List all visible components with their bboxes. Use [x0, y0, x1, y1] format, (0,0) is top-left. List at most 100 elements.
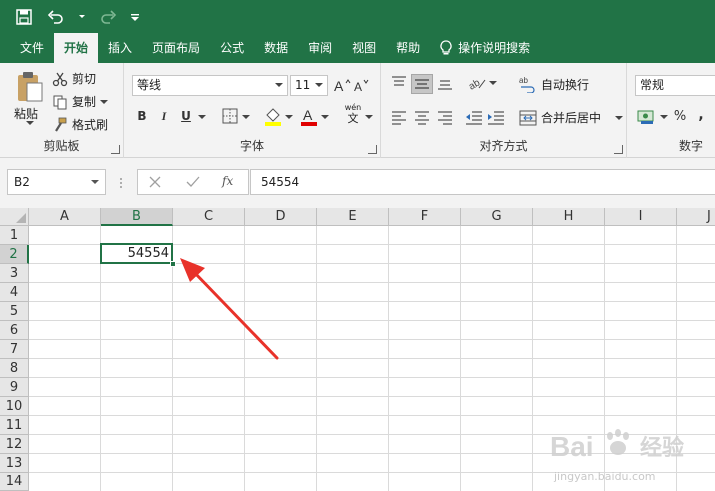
increase-indent-icon[interactable] [487, 109, 505, 128]
column-header-g[interactable]: G [461, 208, 533, 226]
underline-dropdown-icon[interactable] [198, 115, 206, 119]
name-box-value: B2 [14, 175, 30, 189]
borders-icon[interactable] [222, 108, 238, 127]
row-header-12[interactable]: 12 [0, 435, 29, 454]
accounting-dropdown-icon[interactable] [660, 115, 668, 119]
underline-button[interactable]: U [178, 109, 194, 123]
formula-input[interactable]: 54554 [250, 169, 715, 195]
font-group: 等线 11 A A B I U A wén 文 字体 [124, 63, 381, 158]
row-header-11[interactable]: 11 [0, 416, 29, 435]
borders-dropdown-icon[interactable] [242, 115, 250, 119]
align-left-icon[interactable] [391, 109, 407, 128]
row-header-8[interactable]: 8 [0, 359, 29, 378]
font-color-dropdown-icon[interactable] [321, 115, 329, 119]
column-header-a[interactable]: A [29, 208, 101, 226]
row-header-13[interactable]: 13 [0, 454, 29, 473]
name-box[interactable]: B2 [7, 169, 106, 195]
column-header-e[interactable]: E [317, 208, 389, 226]
column-header-f[interactable]: F [389, 208, 461, 226]
phonetic-guide-icon[interactable]: wén 文 [342, 103, 364, 125]
formula-bar-grip-icon[interactable] [119, 177, 123, 192]
accounting-format-icon[interactable] [637, 109, 657, 128]
fill-color-icon[interactable] [264, 106, 282, 129]
title-bar [0, 0, 715, 33]
row-header-2[interactable]: 2 [0, 245, 29, 264]
cancel-icon[interactable] [149, 176, 161, 191]
column-header-c[interactable]: C [173, 208, 245, 226]
tab-file[interactable]: 文件 [10, 33, 54, 63]
column-header-j[interactable]: J [677, 208, 715, 226]
customize-qat-icon[interactable] [130, 7, 140, 27]
tab-home[interactable]: 开始 [54, 33, 99, 63]
phonetic-pinyin: wén [344, 103, 362, 112]
copy-dropdown-icon[interactable] [100, 99, 109, 104]
redo-icon[interactable] [98, 7, 118, 27]
select-all-button[interactable] [0, 208, 29, 226]
decrease-indent-icon[interactable] [465, 109, 483, 128]
phonetic-dropdown-icon[interactable] [365, 115, 373, 119]
italic-button[interactable]: I [156, 109, 172, 124]
orientation-dropdown-icon[interactable] [489, 81, 497, 85]
phonetic-char: 文 [347, 112, 359, 125]
font-size-select[interactable]: 11 [290, 75, 328, 96]
font-color-icon[interactable]: A [300, 106, 318, 129]
format-painter-button[interactable]: 格式刷 [52, 116, 108, 133]
paste-icon[interactable] [16, 71, 44, 106]
merge-center-button[interactable]: 合并后居中 [519, 109, 624, 126]
row-header-7[interactable]: 7 [0, 340, 29, 359]
increase-font-icon[interactable]: A [334, 77, 352, 96]
alignment-group: ab ab 自动换行 合并后居中 对齐方式 [381, 63, 627, 158]
wrap-text-button[interactable]: ab 自动换行 [519, 75, 589, 93]
undo-icon[interactable] [46, 7, 66, 27]
row-header-3[interactable]: 3 [0, 264, 29, 283]
save-icon[interactable] [14, 7, 34, 27]
undo-dropdown-icon[interactable] [78, 7, 86, 27]
copy-button[interactable]: 复制 [52, 93, 109, 110]
column-header-b[interactable]: B [101, 208, 173, 226]
font-launcher-icon[interactable] [368, 145, 377, 154]
fill-color-dropdown-icon[interactable] [285, 115, 293, 119]
cell-b2[interactable]: 54554 [100, 243, 173, 264]
tab-formulas[interactable]: 公式 [210, 33, 254, 63]
row-header-10[interactable]: 10 [0, 397, 29, 416]
align-middle-icon[interactable] [411, 74, 433, 94]
alignment-launcher-icon[interactable] [614, 145, 623, 154]
font-name-select[interactable]: 等线 [132, 75, 288, 96]
align-center-icon[interactable] [414, 109, 430, 128]
align-top-icon[interactable] [391, 75, 407, 94]
row-header-9[interactable]: 9 [0, 378, 29, 397]
row-header-4[interactable]: 4 [0, 283, 29, 302]
paste-label[interactable]: 粘贴 [14, 105, 38, 122]
align-bottom-icon[interactable] [437, 75, 453, 94]
row-header-6[interactable]: 6 [0, 321, 29, 340]
tab-help[interactable]: 帮助 [386, 33, 430, 63]
tell-me-label: 操作说明搜索 [458, 41, 531, 55]
fill-handle[interactable] [170, 261, 176, 267]
bold-button[interactable]: B [134, 109, 150, 123]
column-header-i[interactable]: I [605, 208, 677, 226]
tell-me-search[interactable]: 操作说明搜索 [430, 33, 540, 63]
insert-function-button[interactable]: fx [222, 174, 233, 188]
column-header-d[interactable]: D [245, 208, 317, 226]
orientation-icon[interactable]: ab [467, 74, 487, 95]
enter-check-icon[interactable] [186, 176, 200, 191]
paste-dropdown-icon[interactable] [26, 121, 34, 125]
row-header-1[interactable]: 1 [0, 226, 29, 245]
tab-insert[interactable]: 插入 [98, 33, 142, 63]
tab-page-layout[interactable]: 页面布局 [142, 33, 210, 63]
tab-view[interactable]: 视图 [342, 33, 386, 63]
percent-button[interactable]: % [672, 109, 688, 124]
row-header-14[interactable]: 14 [0, 473, 29, 491]
merge-center-label: 合并后居中 [541, 111, 602, 125]
row-header-5[interactable]: 5 [0, 302, 29, 321]
decrease-font-icon[interactable]: A [354, 77, 372, 96]
merge-dropdown-icon[interactable] [615, 115, 624, 120]
align-right-icon[interactable] [437, 109, 453, 128]
clipboard-launcher-icon[interactable] [111, 145, 120, 154]
cut-button[interactable]: 剪切 [52, 70, 96, 87]
column-header-h[interactable]: H [533, 208, 605, 226]
tab-review[interactable]: 审阅 [298, 33, 342, 63]
tab-data[interactable]: 数据 [254, 33, 298, 63]
comma-button[interactable]: , [693, 107, 709, 123]
number-format-select[interactable]: 常规 [635, 75, 715, 96]
